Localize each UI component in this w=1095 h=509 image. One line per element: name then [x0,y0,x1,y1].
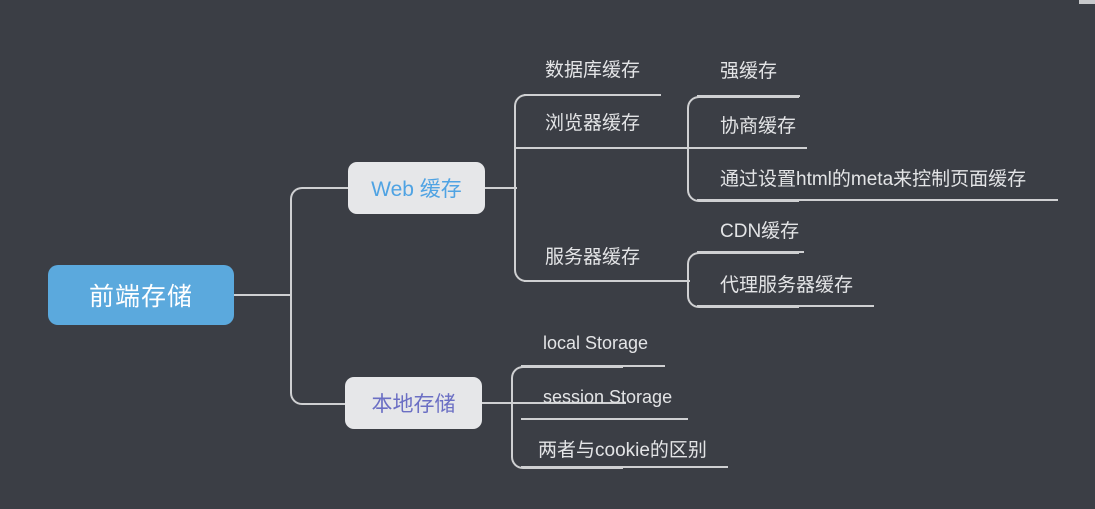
underline-meta-cache [697,199,1058,201]
underline-negotiate-cache [697,147,807,149]
branch-node-web-cache[interactable]: Web 缓存 [348,162,485,214]
underline-session-storage [521,418,688,420]
leaf-cookie-difference[interactable]: 两者与cookie的区别 [538,441,707,460]
underline-server-cache [524,280,662,282]
connector-root-stub [234,294,292,296]
underline-proxy-cache [697,305,874,307]
underline-strong-cache [697,95,800,97]
leaf-strong-cache[interactable]: 强缓存 [720,62,777,81]
corner-artifact [1079,0,1095,4]
connector-root-to-local [290,294,349,405]
root-node[interactable]: 前端存储 [48,265,234,325]
mindmap-canvas: 前端存储 Web 缓存 数据库缓存 浏览器缓存 服务器缓存 强缓存 协商缓存 通… [0,0,1095,509]
leaf-browser-cache[interactable]: 浏览器缓存 [545,114,640,133]
leaf-session-storage[interactable]: session Storage [543,388,672,406]
connector-server-stub [662,280,690,282]
underline-cdn-cache [697,251,804,253]
leaf-db-cache[interactable]: 数据库缓存 [545,61,640,80]
leaf-negotiate-cache[interactable]: 协商缓存 [720,117,796,136]
connector-local-stub [482,402,513,404]
connector-web-stub [485,187,517,189]
branch-node-local-storage[interactable]: 本地存储 [345,377,482,429]
underline-local-storage [521,365,665,367]
connector-browser-stub [662,147,690,149]
branch-node-local-storage-label: 本地存储 [371,393,456,416]
leaf-server-cache[interactable]: 服务器缓存 [545,248,640,267]
leaf-cdn-cache[interactable]: CDN缓存 [720,222,799,241]
leaf-local-storage[interactable]: local Storage [543,334,648,352]
leaf-meta-cache[interactable]: 通过设置html的meta来控制页面缓存 [720,170,1026,189]
branch-node-web-cache-label: Web 缓存 [371,178,462,201]
connector-root-to-web [290,187,352,297]
underline-cookie-difference [521,466,728,468]
root-node-label: 前端存储 [88,283,193,311]
leaf-proxy-cache[interactable]: 代理服务器缓存 [720,276,853,295]
underline-browser-cache [524,147,662,149]
connector-web-to-db-cache [514,94,661,189]
underline-db-cache [524,94,659,96]
